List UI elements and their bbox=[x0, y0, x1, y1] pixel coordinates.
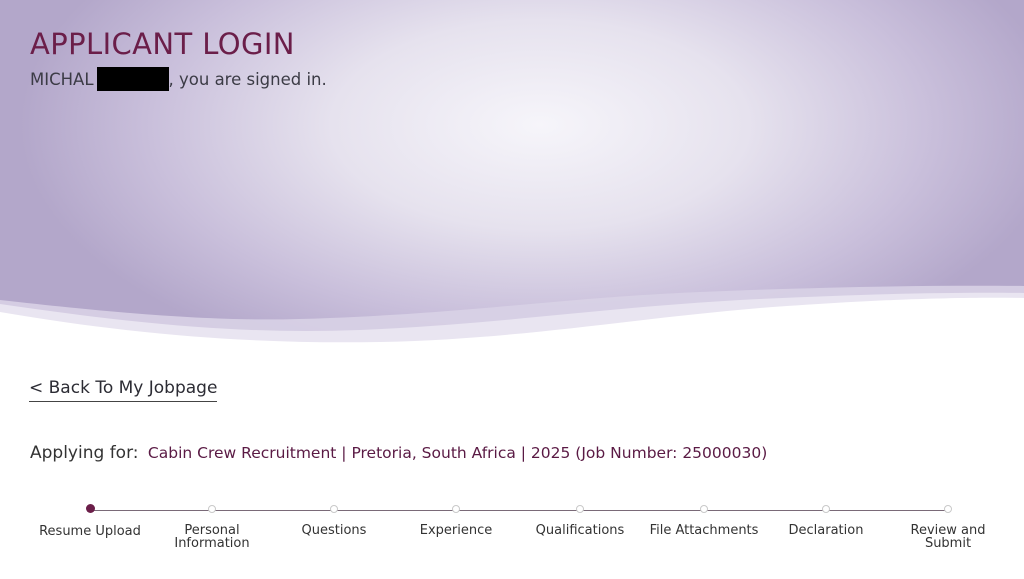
redacted-surname bbox=[96, 67, 169, 91]
step-questions[interactable]: Questions bbox=[274, 500, 394, 537]
step-indicator bbox=[944, 505, 952, 513]
step-resume-upload[interactable]: Resume Upload bbox=[30, 500, 150, 538]
applying-for-label: Applying for: bbox=[30, 443, 139, 463]
page-title: APPLICANT LOGIN bbox=[30, 27, 295, 61]
progress-stepper: Resume Upload Personal Information Quest… bbox=[0, 500, 1024, 579]
step-qualifications[interactable]: Qualifications bbox=[520, 500, 640, 537]
step-file-attachments[interactable]: File Attachments bbox=[644, 500, 764, 537]
step-personal-information[interactable]: Personal Information bbox=[152, 500, 272, 550]
step-indicator bbox=[208, 505, 216, 513]
step-review-and-submit[interactable]: Review and Submit bbox=[888, 500, 1008, 550]
step-indicator-active bbox=[85, 504, 95, 513]
step-label: Review and Submit bbox=[910, 523, 986, 551]
step-label: Personal Information bbox=[174, 523, 250, 551]
step-label: Experience bbox=[419, 523, 493, 538]
step-declaration[interactable]: Declaration bbox=[766, 500, 886, 537]
header-banner: APPLICANT LOGIN MICHAL , you are signed i… bbox=[0, 0, 1024, 350]
user-first-name: MICHAL bbox=[30, 70, 94, 89]
step-indicator bbox=[822, 505, 830, 513]
step-indicator bbox=[700, 505, 708, 513]
applying-for: Applying for: Cabin Crew Recruitment | P… bbox=[30, 443, 767, 463]
step-indicator bbox=[576, 505, 584, 513]
signed-in-status: MICHAL , you are signed in. bbox=[30, 67, 327, 91]
step-label: File Attachments bbox=[649, 523, 759, 538]
signed-in-suffix: , you are signed in. bbox=[168, 70, 327, 89]
step-label: Questions bbox=[301, 523, 367, 538]
step-label: Declaration bbox=[788, 523, 864, 538]
step-label: Qualifications bbox=[535, 523, 625, 538]
step-label: Resume Upload bbox=[39, 524, 141, 539]
step-indicator bbox=[330, 505, 338, 513]
back-to-jobpage-link[interactable]: < Back To My Jobpage bbox=[29, 378, 218, 402]
step-experience[interactable]: Experience bbox=[396, 500, 516, 537]
job-title: Cabin Crew Recruitment | Pretoria, South… bbox=[147, 444, 768, 462]
step-indicator bbox=[452, 505, 460, 513]
